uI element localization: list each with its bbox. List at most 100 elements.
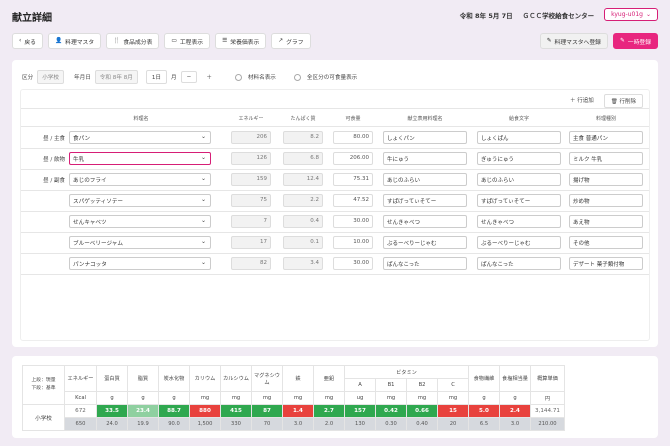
menu-name-field[interactable]: ぶるーべりーじゃむ [383, 236, 467, 249]
type-field[interactable]: 揚げ物 [569, 173, 643, 186]
ingredients-label: 食品成分表 [123, 39, 153, 46]
dish-name: 食パン [73, 136, 91, 142]
col-menu-name: 献立表用料理名 [407, 116, 443, 122]
bulk-register-button[interactable]: ✎ 一時登録 [612, 33, 658, 49]
back-button[interactable]: ‹ 戻る [12, 33, 43, 49]
plus-button[interactable]: ＋ [201, 71, 217, 83]
type-field[interactable]: その他 [569, 236, 643, 249]
kana-field[interactable]: あじのふらい [477, 173, 561, 186]
nutrition-table: 上段：現量 下段：基準 エネルギー 蛋白質 脂質 炭水化物 カリウム カルシウム … [22, 365, 565, 431]
kana-field[interactable]: ぶるーべりーじゃむ [477, 236, 561, 249]
unit-cell: mg [189, 391, 221, 405]
dish-select[interactable]: せんキャベツ ⌄ [69, 215, 211, 228]
col-salt: 食塩相当量 [499, 365, 531, 392]
kubun-field[interactable]: 小学校 [37, 70, 64, 84]
graph-label: グラフ [286, 39, 304, 46]
type-field[interactable]: ミルク 牛乳 [569, 152, 643, 165]
kana-field[interactable]: ぱんなこった [477, 257, 561, 270]
standard-cell: 20 [437, 417, 469, 431]
standard-cell: 0.30 [375, 417, 407, 431]
menu-name-field[interactable]: しょくパン [383, 131, 467, 144]
chevron-down-icon: ⌄ [200, 175, 206, 182]
menu-name-field[interactable]: 牛にゅう [383, 152, 467, 165]
type-field[interactable]: 炒め物 [569, 194, 643, 207]
protein-field: 2.2 [283, 194, 323, 207]
standard-cell: 210.00 [530, 417, 565, 431]
col-vit-c: C [437, 378, 469, 392]
menu-name-field[interactable]: せんきゃべつ [383, 215, 467, 228]
chevron-down-icon: ⌄ [200, 154, 206, 161]
col-calcium: カルシウム [220, 365, 252, 392]
master-button[interactable]: 👤 料理マスタ [47, 33, 102, 49]
minus-button[interactable]: − [180, 71, 198, 83]
user-icon: 👤 [54, 38, 63, 44]
value-cell: 5.0 [468, 404, 500, 418]
user-menu[interactable]: kyug-u01g ⌄ [604, 8, 658, 21]
kana-field[interactable]: すぱげってぃそてー [477, 194, 561, 207]
unit-cell: mg [220, 391, 252, 405]
energy-field: 7 [231, 215, 271, 228]
value-cell: 15 [437, 404, 469, 418]
process-button[interactable]: ▭ 工程表示 [164, 33, 211, 49]
standard-cell: 3.0 [499, 417, 531, 431]
amount-field[interactable]: 10.00 [333, 236, 373, 249]
menu-name-field[interactable]: ぱんなこった [383, 257, 467, 270]
header-center: ＧＣＣ学校給食センター [522, 11, 595, 20]
chevron-down-icon: ⌄ [200, 259, 206, 266]
dish-select[interactable]: 牛乳 ⌄ [69, 152, 211, 165]
amount-field[interactable]: 75.31 [333, 173, 373, 186]
header-info: 令和 8年 5月 7日 ＧＣＣ学校給食センター kyug-u01g ⌄ [460, 8, 658, 21]
unit-cell: g [499, 391, 531, 405]
amount-field[interactable]: 30.00 [333, 257, 373, 270]
value-cell: 2.4 [499, 404, 531, 418]
col-fiber: 食物繊維 [468, 365, 500, 392]
amount-field[interactable]: 47.52 [333, 194, 373, 207]
dish-select[interactable]: スパゲッティソテー ⌄ [69, 194, 211, 207]
radio-ingredient-name[interactable] [234, 73, 242, 81]
unit-cell: g [127, 391, 159, 405]
col-iron: 鉄 [282, 365, 314, 392]
graph-button[interactable]: ↗ グラフ [271, 33, 311, 49]
date-field[interactable]: 令和 8年 8月 [94, 70, 138, 84]
kana-field[interactable]: ぎゅうにゅう [477, 152, 561, 165]
kana-field[interactable]: しょくぱん [477, 131, 561, 144]
value-cell: 672 [64, 404, 97, 418]
delete-row-button[interactable]: 🗑 行削除 [603, 94, 643, 108]
kana-field[interactable]: せんきゃべつ [477, 215, 561, 228]
col-fat: 脂質 [127, 365, 159, 392]
protein-field: 3.4 [283, 257, 323, 270]
type-field[interactable]: デザート 菓子類付物 [569, 257, 643, 270]
meal-label: 昼 / 飲物 [43, 157, 65, 163]
legend-standard: 下段：基準 [31, 386, 56, 391]
radio-all-amount[interactable] [293, 73, 301, 81]
dish-select[interactable]: パンナコッタ ⌄ [69, 257, 211, 270]
menu-name-field[interactable]: すぱげってぃそてー [383, 194, 467, 207]
menu-name-field[interactable]: あじのふらい [383, 173, 467, 186]
day-field[interactable]: 1日 [145, 70, 168, 84]
nutrient-button[interactable]: ☰ 栄養価表示 [215, 33, 267, 49]
month-label: 月 [171, 75, 177, 81]
value-cell: 0.66 [406, 404, 438, 418]
dish-select[interactable]: あじのフライ ⌄ [69, 173, 211, 186]
table-row: ブルーベリージャム ⌄ 17 0.1 10.00 ぶるーべりーじゃむ ぶるーべりー… [21, 233, 649, 254]
standard-cell: 70 [251, 417, 283, 431]
nutrient-label: 栄養価表示 [230, 39, 260, 46]
energy-field: 159 [231, 173, 271, 186]
dish-select[interactable]: ブルーベリージャム ⌄ [69, 236, 211, 249]
amount-field[interactable]: 206.00 [333, 152, 373, 165]
table-tools: ＋ 行追加 🗑 行削除 [564, 94, 643, 108]
add-row-button[interactable]: ＋ 行追加 [564, 94, 600, 108]
value-cell: 23.4 [127, 404, 159, 418]
dish-select[interactable]: 食パン ⌄ [69, 131, 211, 144]
amount-field[interactable]: 80.00 [333, 131, 373, 144]
type-field[interactable]: あえ物 [569, 215, 643, 228]
standard-cell: 130 [344, 417, 376, 431]
chevron-left-icon: ‹ [19, 38, 22, 44]
food-icon: 🍴 [113, 38, 121, 44]
filter-bar: 区分 小学校 年月日 令和 8年 8月 1日 月 − ＋ 材料名表示 全区分の可… [22, 70, 357, 84]
type-field[interactable]: 主食 普通パン [569, 131, 643, 144]
register-master-button[interactable]: ✎ 料理マスタへ登録 [539, 33, 608, 49]
ingredients-button[interactable]: 🍴 食品成分表 [106, 33, 160, 49]
amount-field[interactable]: 30.00 [333, 215, 373, 228]
chevron-down-icon: ⌄ [200, 196, 206, 203]
